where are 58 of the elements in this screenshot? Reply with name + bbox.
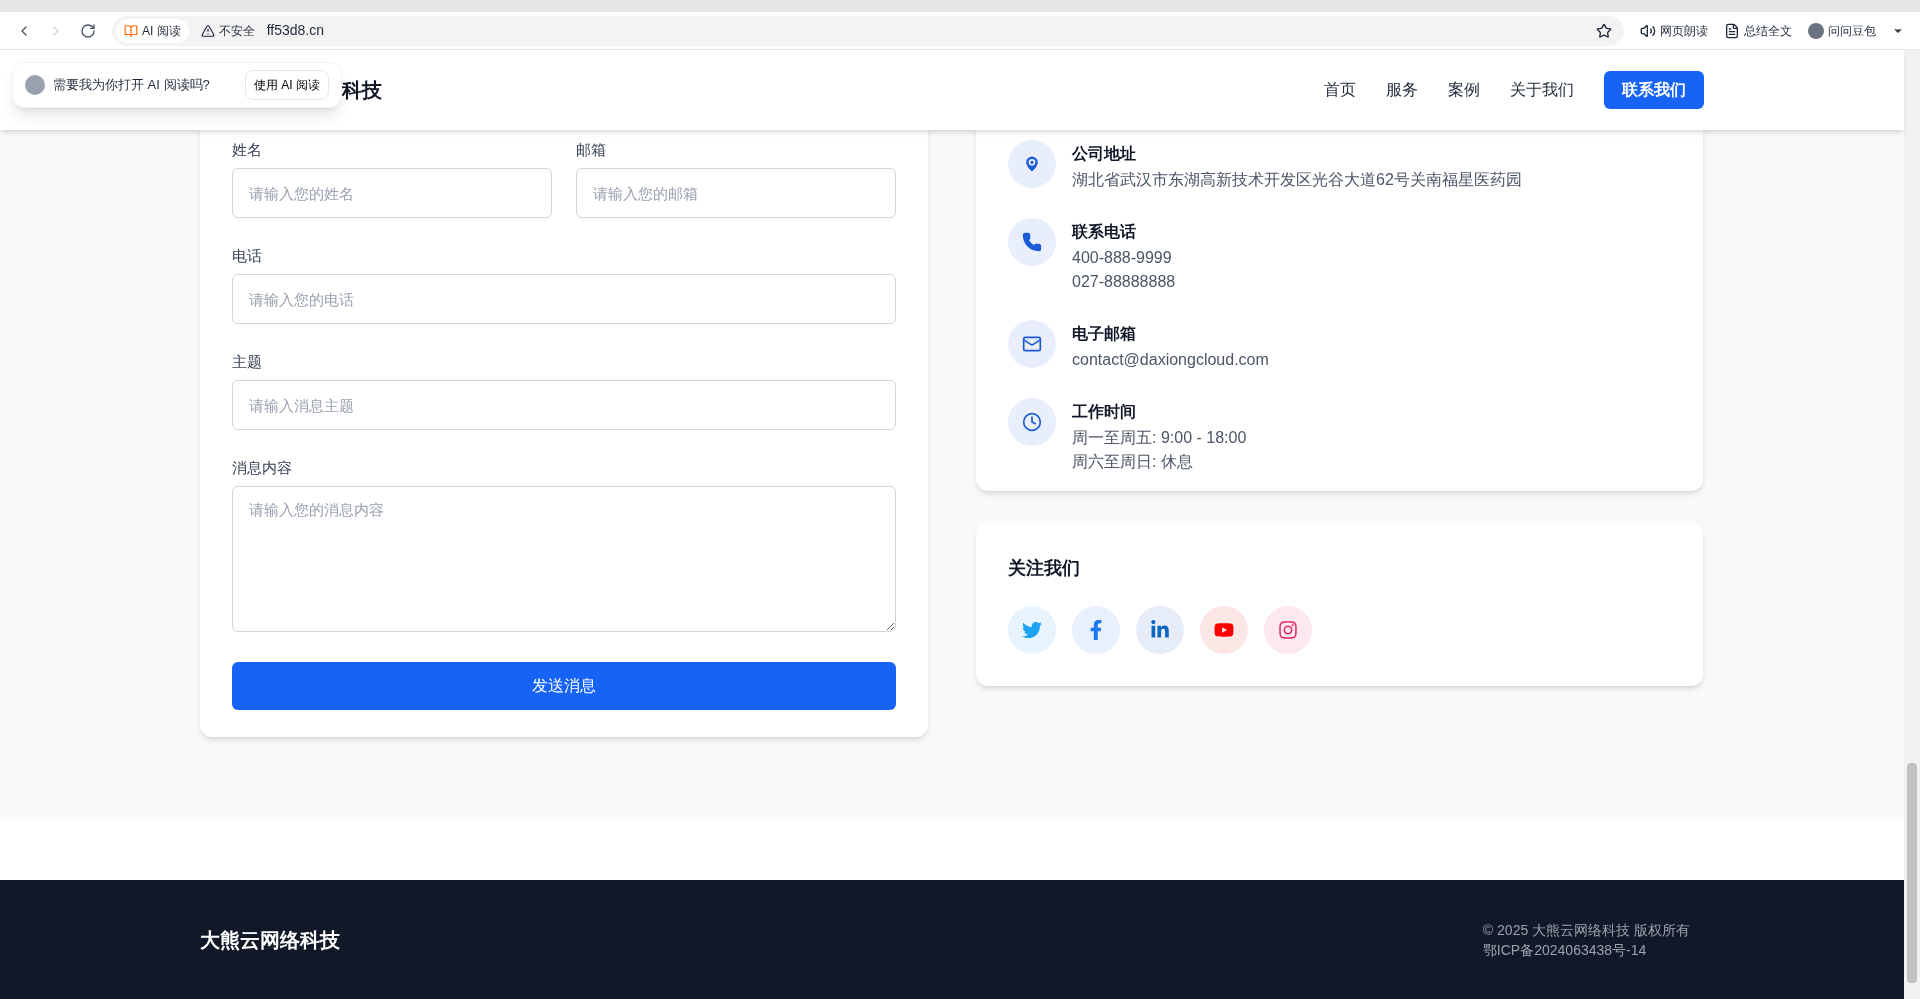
footer-logo: 大熊云网络科技 xyxy=(200,927,340,953)
message-textarea[interactable]: 请输入您的消息内容 xyxy=(232,486,896,632)
popup-question: 需要我为你打开 AI 阅读吗? xyxy=(53,76,211,95)
field-label: 姓名 xyxy=(232,140,263,160)
avatar-icon xyxy=(1808,22,1824,39)
social-link[interactable] xyxy=(1200,606,1248,654)
social-link[interactable] xyxy=(1008,606,1056,654)
nav-link[interactable]: 首页 xyxy=(1324,78,1356,102)
send-message-button[interactable]: 发送消息 xyxy=(232,662,896,710)
security-label[interactable]: 不安全 xyxy=(218,21,255,40)
contact-detail: contact@daxiongcloud.com xyxy=(1072,350,1269,370)
avatar-icon xyxy=(25,75,45,95)
follow-title: 关注我们 xyxy=(1008,557,1081,580)
contact-detail: 400-888-9999 xyxy=(1072,248,1173,268)
contact-detail: 湖北省武汉市东湖高新技术开发区光谷大道62号关南福星医药园 xyxy=(1072,170,1522,190)
bookmark-star-icon[interactable] xyxy=(1596,22,1612,39)
location-pin-icon xyxy=(1022,154,1042,174)
icp-text[interactable]: 鄂ICP备2024063438号-14 xyxy=(1482,939,1690,960)
contact-detail: 周一至周五: 9:00 - 18:00 xyxy=(1072,428,1247,448)
nav-link[interactable]: 案例 xyxy=(1448,78,1480,102)
url-text[interactable]: ff53d8.cn xyxy=(266,20,325,41)
document-icon xyxy=(1724,22,1740,39)
input-field[interactable]: 请输入消息主题 xyxy=(232,380,896,430)
speaker-icon xyxy=(1640,22,1656,39)
nav-link[interactable]: 关于我们 xyxy=(1510,78,1574,102)
site-logo[interactable]: 科技 xyxy=(342,75,382,105)
nav-link[interactable]: 服务 xyxy=(1386,78,1418,102)
phone-icon xyxy=(1022,232,1042,252)
field-label: 主题 xyxy=(232,352,263,372)
contact-detail: 周六至周日: 休息 xyxy=(1072,452,1194,472)
copyright-text: © 2025 大熊云网络科技 版权所有 xyxy=(1482,920,1690,940)
use-ai-read-button[interactable]: 使用 AI 阅读 xyxy=(245,70,329,100)
toolbar-button[interactable]: 问问豆包 xyxy=(1808,21,1876,40)
book-icon xyxy=(124,23,138,38)
scrollbar[interactable] xyxy=(1904,50,1920,999)
field-label: 邮箱 xyxy=(576,140,607,160)
social-link[interactable] xyxy=(1072,606,1120,654)
field-label: 电话 xyxy=(232,246,263,266)
envelope-icon xyxy=(1022,334,1042,354)
contact-title: 联系电话 xyxy=(1072,222,1137,242)
contact-us-button[interactable]: 联系我们 xyxy=(1604,71,1704,109)
address-bar[interactable]: AI 阅读 不安全 ff53d8.cn xyxy=(112,15,1624,46)
field-label: 消息内容 xyxy=(232,458,293,478)
input-field[interactable]: 请输入您的电话 xyxy=(232,274,896,324)
input-field[interactable]: 请输入您的姓名 xyxy=(232,168,552,218)
reload-icon[interactable] xyxy=(80,22,96,39)
contact-title: 工作时间 xyxy=(1072,402,1137,422)
toolbar-button[interactable]: 网页朗读 xyxy=(1640,21,1708,40)
input-field[interactable]: 请输入您的邮箱 xyxy=(576,168,896,218)
warning-icon xyxy=(200,23,215,38)
clock-icon xyxy=(1022,412,1042,432)
contact-title: 公司地址 xyxy=(1072,144,1137,164)
social-link[interactable] xyxy=(1136,606,1184,654)
toolbar-button[interactable]: 总结全文 xyxy=(1724,21,1792,40)
ai-read-chip[interactable]: AI 阅读 xyxy=(116,18,189,43)
contact-detail: 027-88888888 xyxy=(1072,272,1176,292)
contact-title: 电子邮箱 xyxy=(1072,324,1137,344)
social-link[interactable] xyxy=(1264,606,1312,654)
